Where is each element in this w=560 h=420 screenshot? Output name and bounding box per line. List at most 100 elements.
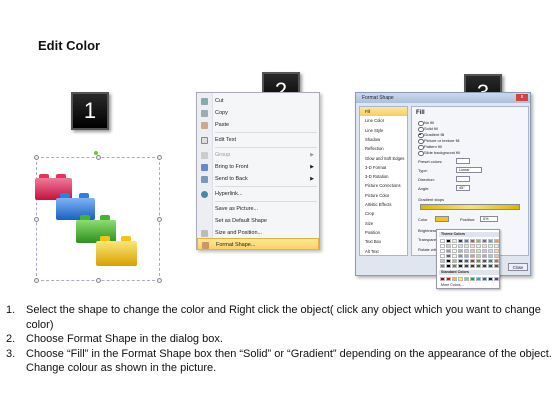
close-button[interactable]: Close	[508, 263, 528, 271]
category-picture-corrections[interactable]: Picture Corrections	[360, 181, 407, 190]
color-swatch[interactable]	[494, 239, 499, 243]
color-swatch[interactable]	[458, 277, 463, 281]
color-swatch[interactable]	[476, 249, 481, 253]
color-swatch[interactable]	[470, 277, 475, 281]
color-swatch[interactable]	[440, 244, 445, 248]
color-swatch[interactable]	[476, 259, 481, 263]
color-swatch[interactable]	[464, 254, 469, 258]
color-swatch[interactable]	[488, 259, 493, 263]
color-swatch[interactable]	[470, 254, 475, 258]
category-artistic-effects[interactable]: Artistic Effects	[360, 200, 407, 209]
color-swatch[interactable]	[464, 264, 469, 268]
color-swatch[interactable]	[488, 264, 493, 268]
category-position[interactable]: Position	[360, 228, 407, 237]
preset-colors-dropdown[interactable]	[456, 158, 470, 164]
color-swatch[interactable]	[470, 244, 475, 248]
menu-item-send-to-back[interactable]: Send to Back ▶	[197, 173, 319, 185]
category-line-style[interactable]: Line Style	[360, 126, 407, 135]
category-3d-format[interactable]: 3-D Format	[360, 163, 407, 172]
color-swatch[interactable]	[446, 254, 451, 258]
direction-dropdown[interactable]	[456, 176, 470, 182]
menu-item-paste[interactable]: Paste	[197, 119, 319, 131]
color-swatch[interactable]	[476, 239, 481, 243]
menu-item-copy[interactable]: Copy	[197, 107, 319, 119]
color-swatch[interactable]	[482, 244, 487, 248]
category-size[interactable]: Size	[360, 219, 407, 228]
color-swatch[interactable]	[488, 254, 493, 258]
color-swatch[interactable]	[446, 239, 451, 243]
color-swatch[interactable]	[488, 239, 493, 243]
color-swatch[interactable]	[494, 264, 499, 268]
color-swatch[interactable]	[440, 277, 445, 281]
color-swatch[interactable]	[470, 239, 475, 243]
color-swatch[interactable]	[470, 259, 475, 263]
radio-solid-fill[interactable]: Solid fill	[418, 126, 438, 132]
color-swatch[interactable]	[440, 259, 445, 263]
menu-item-cut[interactable]: Cut	[197, 95, 319, 107]
category-fill[interactable]: Fill	[360, 107, 407, 117]
radio-picture-fill[interactable]: Picture or texture fill	[418, 138, 459, 144]
color-swatch[interactable]	[458, 249, 463, 253]
color-swatch[interactable]	[476, 264, 481, 268]
color-swatch[interactable]	[452, 239, 457, 243]
radio-no-fill[interactable]: No fill	[418, 120, 434, 126]
color-swatch[interactable]	[470, 249, 475, 253]
category-reflection[interactable]: Reflection	[360, 144, 407, 153]
menu-item-set-default-shape[interactable]: Set as Default Shape	[197, 215, 319, 227]
color-swatch[interactable]	[440, 249, 445, 253]
category-shadow[interactable]: Shadow	[360, 135, 407, 144]
angle-input[interactable]: 45°	[456, 185, 470, 191]
radio-pattern-fill[interactable]: Pattern fill	[418, 144, 442, 150]
menu-item-bring-to-front[interactable]: Bring to Front ▶	[197, 161, 319, 173]
color-swatch[interactable]	[476, 254, 481, 258]
color-swatch[interactable]	[452, 277, 457, 281]
position-input[interactable]: 0%	[480, 216, 498, 222]
color-swatch[interactable]	[446, 244, 451, 248]
color-swatch[interactable]	[440, 239, 445, 243]
color-swatch[interactable]	[452, 249, 457, 253]
more-colors-option[interactable]: More Colors...	[441, 283, 464, 287]
radio-slide-background-fill[interactable]: Slide background fill	[418, 150, 460, 156]
color-swatch[interactable]	[446, 277, 451, 281]
type-dropdown[interactable]: Linear	[456, 167, 482, 173]
color-swatch[interactable]	[494, 249, 499, 253]
color-swatch[interactable]	[452, 254, 457, 258]
color-swatch[interactable]	[464, 239, 469, 243]
color-swatch[interactable]	[458, 239, 463, 243]
color-swatch[interactable]	[482, 259, 487, 263]
color-swatch[interactable]	[494, 254, 499, 258]
color-swatch[interactable]	[482, 249, 487, 253]
color-swatch[interactable]	[494, 277, 499, 281]
radio-gradient-fill[interactable]: Gradient fill	[418, 132, 444, 138]
color-swatch[interactable]	[446, 259, 451, 263]
color-swatch[interactable]	[446, 264, 451, 268]
color-swatch[interactable]	[446, 249, 451, 253]
color-swatch[interactable]	[488, 277, 493, 281]
color-swatch[interactable]	[458, 264, 463, 268]
color-swatch[interactable]	[458, 254, 463, 258]
color-swatch[interactable]	[440, 254, 445, 258]
color-swatch[interactable]	[458, 244, 463, 248]
color-swatch[interactable]	[452, 244, 457, 248]
color-swatch[interactable]	[464, 249, 469, 253]
color-swatch[interactable]	[482, 264, 487, 268]
color-swatch[interactable]	[488, 249, 493, 253]
menu-item-edit-text[interactable]: Edit Text	[197, 134, 319, 146]
close-icon[interactable]: x	[516, 94, 528, 101]
category-alt-text[interactable]: Alt Text	[360, 247, 407, 256]
color-swatch[interactable]	[458, 259, 463, 263]
color-swatch[interactable]	[476, 277, 481, 281]
color-swatch[interactable]	[464, 244, 469, 248]
menu-item-hyperlink[interactable]: Hyperlink...	[197, 188, 319, 200]
category-line-color[interactable]: Line Color	[360, 116, 407, 125]
color-swatch[interactable]	[482, 239, 487, 243]
menu-item-format-shape[interactable]: Format Shape...	[197, 238, 319, 250]
category-3d-rotation[interactable]: 3-D Rotation	[360, 172, 407, 181]
color-swatch[interactable]	[488, 244, 493, 248]
color-swatch[interactable]	[482, 277, 487, 281]
color-swatch[interactable]	[476, 244, 481, 248]
category-glow[interactable]: Glow and Soft Edges	[360, 154, 407, 163]
lego-blocks-graphic[interactable]	[30, 160, 170, 280]
color-picker-button[interactable]	[435, 216, 449, 222]
color-swatch[interactable]	[494, 244, 499, 248]
